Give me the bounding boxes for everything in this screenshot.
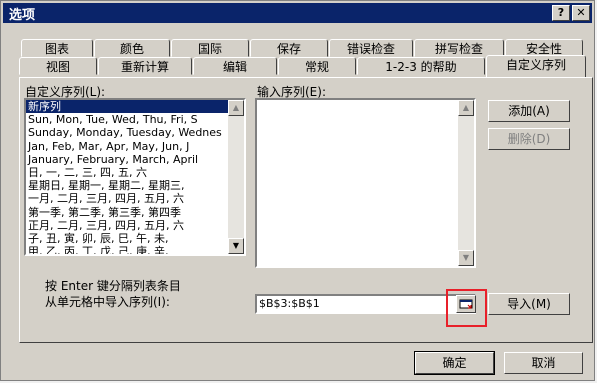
tab-chart[interactable]: 图表 xyxy=(21,39,93,57)
list-item[interactable]: Sun, Mon, Tue, Wed, Thu, Fri, S xyxy=(26,113,228,126)
custom-lists-listbox[interactable]: 新序列 Sun, Mon, Tue, Wed, Thu, Fri, S Sund… xyxy=(24,98,246,256)
custom-lists-scrollbar[interactable]: ▲ ▼ xyxy=(228,100,244,254)
list-item[interactable]: 第一季, 第二季, 第三季, 第四季 xyxy=(26,206,228,219)
ok-button[interactable]: 确定 xyxy=(414,351,495,375)
tab-save[interactable]: 保存 xyxy=(250,39,328,57)
list-item[interactable]: 星期日, 星期一, 星期二, 星期三, xyxy=(26,179,228,192)
list-item[interactable]: 子, 丑, 寅, 卯, 辰, 巳, 午, 未, xyxy=(26,232,228,245)
enter-hint: 按 Enter 键分隔列表条目 xyxy=(45,279,181,293)
tab-edit[interactable]: 编辑 xyxy=(193,57,277,75)
add-button[interactable]: 添加(A) xyxy=(488,100,570,122)
tab-calculation[interactable]: 重新计算 xyxy=(98,57,192,75)
list-item[interactable]: 甲, 乙, 丙, 丁, 戊, 己, 庚, 辛, xyxy=(26,245,228,254)
help-button[interactable]: ? xyxy=(552,5,570,21)
list-item[interactable]: Sunday, Monday, Tuesday, Wednes xyxy=(26,126,228,139)
tab-transition[interactable]: 1-2-3 的帮助 xyxy=(357,57,485,75)
close-button[interactable]: ✕ xyxy=(572,5,590,21)
list-item[interactable]: 日, 一, 二, 三, 四, 五, 六 xyxy=(26,166,228,179)
entries-scrollbar[interactable]: ▲ ▼ xyxy=(458,100,474,266)
scroll-down-icon[interactable]: ▼ xyxy=(228,238,244,254)
tab-international[interactable]: 国际 xyxy=(171,39,249,57)
cancel-button[interactable]: 取消 xyxy=(504,352,583,374)
import-range-input[interactable]: $B$3:$B$1 xyxy=(255,294,476,314)
options-dialog: 选项 ? ✕ 图表 颜色 国际 保存 错误检查 拼写检查 安全性 视图 重新计算… xyxy=(0,0,595,381)
list-item[interactable]: 新序列 xyxy=(26,100,228,114)
title-bar: 选项 ? ✕ xyxy=(3,3,592,23)
highlight-box xyxy=(446,289,487,327)
scroll-up-icon[interactable]: ▲ xyxy=(458,100,474,116)
scroll-down-icon[interactable]: ▼ xyxy=(458,250,474,266)
tab-general[interactable]: 常规 xyxy=(278,57,356,75)
entries-textarea[interactable]: ▲ ▼ xyxy=(255,98,476,268)
tab-view[interactable]: 视图 xyxy=(19,57,97,75)
import-label: 从单元格中导入序列(I): xyxy=(45,295,170,309)
list-item[interactable]: January, February, March, April xyxy=(26,153,228,166)
custom-lists-items: 新序列 Sun, Mon, Tue, Wed, Thu, Fri, S Sund… xyxy=(26,100,228,254)
list-item[interactable]: Jan, Feb, Mar, Apr, May, Jun, J xyxy=(26,140,228,153)
tab-error-checking[interactable]: 错误检查 xyxy=(329,39,413,57)
tab-custom-lists[interactable]: 自定义序列 xyxy=(486,55,586,77)
import-button[interactable]: 导入(M) xyxy=(488,293,570,315)
import-range-value: $B$3:$B$1 xyxy=(259,297,320,310)
delete-button[interactable]: 删除(D) xyxy=(488,128,570,150)
list-item[interactable]: 一月, 二月, 三月, 四月, 五月, 六 xyxy=(26,192,228,205)
dialog-title: 选项 xyxy=(9,7,36,23)
list-item[interactable]: 正月, 二月, 三月, 四月, 五月, 六 xyxy=(26,219,228,232)
scroll-up-icon[interactable]: ▲ xyxy=(228,100,244,116)
tab-color[interactable]: 颜色 xyxy=(94,39,170,57)
